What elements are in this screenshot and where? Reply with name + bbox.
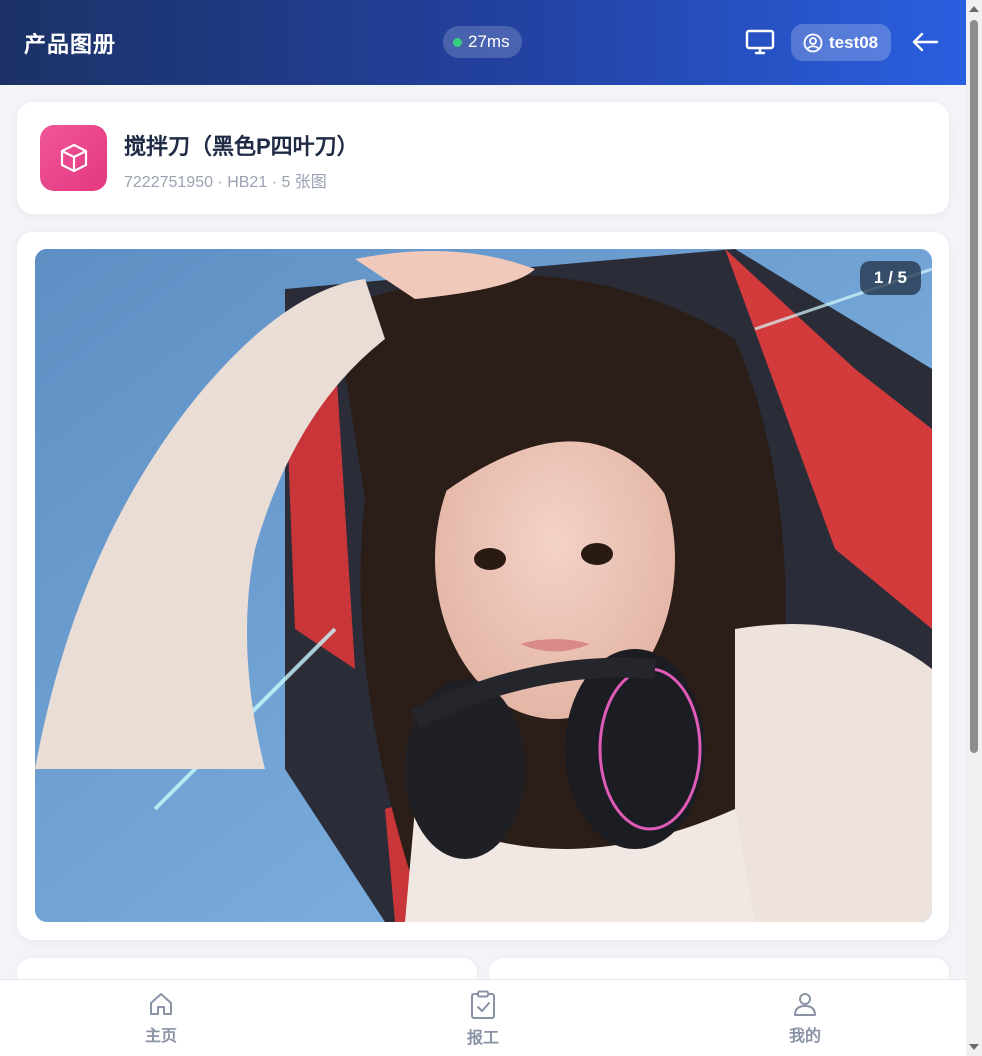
- product-icon-badge: [40, 125, 107, 191]
- gallery-card: 1 / 5: [17, 232, 949, 940]
- username-label: test08: [829, 32, 879, 52]
- latency-indicator: 27ms: [443, 26, 522, 58]
- nav-label-profile: 我的: [788, 1028, 821, 1045]
- nav-item-report[interactable]: 报工: [443, 990, 523, 1048]
- nav-item-profile[interactable]: 我的: [765, 990, 845, 1046]
- photo-illustration: [35, 249, 932, 922]
- page-scrollbar[interactable]: [966, 0, 982, 1056]
- nav-item-home[interactable]: 主页: [121, 990, 201, 1046]
- bottom-navigation: 主页 报工 我的: [0, 979, 966, 1056]
- user-circle-icon: [803, 33, 823, 52]
- scroll-up-icon[interactable]: [969, 6, 979, 12]
- clipboard-check-icon: [471, 990, 495, 1019]
- nav-label-home: 主页: [144, 1028, 177, 1045]
- image-counter-badge: 1 / 5: [859, 261, 921, 295]
- product-photo[interactable]: 1 / 5: [35, 249, 932, 922]
- product-name: 搅拌刀（黑色P四叶刀）: [124, 134, 359, 159]
- user-menu-button[interactable]: test08: [791, 24, 892, 61]
- product-meta: 7222751950 · HB21 · 5 张图: [124, 174, 327, 191]
- status-dot-icon: [453, 37, 462, 47]
- nav-label-report: 报工: [466, 1030, 499, 1047]
- back-button[interactable]: [910, 28, 940, 56]
- monitor-button[interactable]: [744, 27, 776, 57]
- latency-value: 27ms: [468, 32, 510, 51]
- monitor-icon: [745, 29, 775, 55]
- home-icon: [150, 993, 172, 1015]
- cube-icon: [60, 143, 87, 173]
- arrow-left-icon: [912, 32, 939, 52]
- page-title: 产品图册: [24, 31, 117, 57]
- scroll-down-icon[interactable]: [969, 1044, 979, 1050]
- user-icon: [794, 993, 816, 1016]
- scrollbar-thumb[interactable]: [970, 20, 978, 753]
- product-info-card: 搅拌刀（黑色P四叶刀） 7222751950 · HB21 · 5 张图: [17, 102, 949, 214]
